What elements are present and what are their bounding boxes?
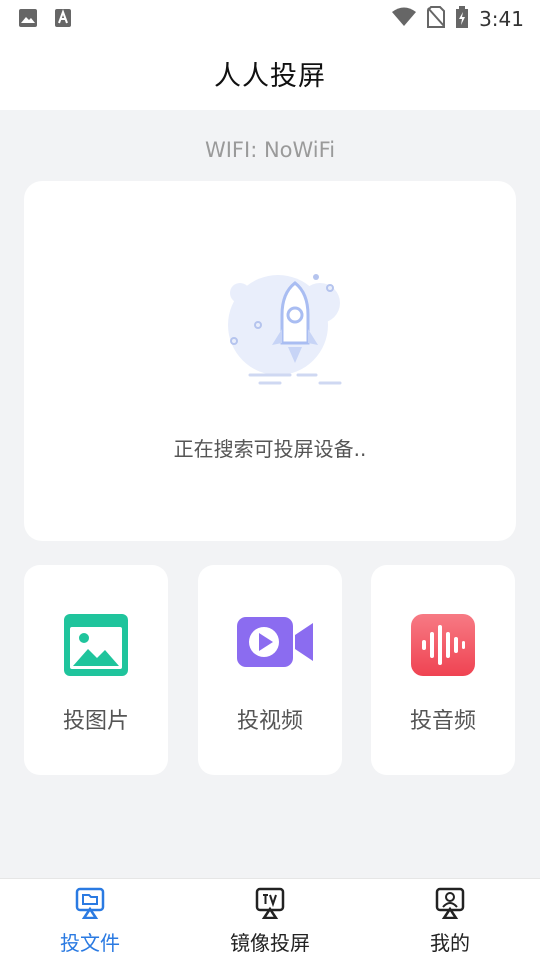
nav-label-cast-file: 投文件	[60, 931, 120, 955]
no-sim-icon	[427, 6, 446, 32]
tv-mirror-icon	[255, 887, 285, 923]
cast-video-label: 投视频	[236, 709, 303, 734]
status-time: 3:41	[479, 7, 524, 31]
battery-charging-icon	[455, 6, 469, 32]
cast-file-icon	[75, 887, 105, 923]
audio-icon	[410, 613, 476, 681]
image-icon	[18, 8, 38, 32]
nav-label-profile: 我的	[430, 931, 470, 955]
cast-video-button[interactable]: 投视频	[198, 565, 342, 775]
text-a-icon	[54, 8, 72, 32]
cast-audio-label: 投音频	[409, 709, 476, 734]
profile-icon	[435, 887, 465, 923]
video-icon	[237, 613, 313, 675]
page-title: 人人投屏	[214, 60, 326, 92]
nav-label-mirror-cast: 镜像投屏	[230, 931, 310, 955]
rocket-icon	[220, 263, 360, 397]
app-header: 人人投屏	[0, 36, 540, 110]
nav-item-profile[interactable]: 我的	[360, 879, 540, 961]
status-bar: 3:41	[0, 0, 540, 36]
nav-item-mirror-cast[interactable]: 镜像投屏	[180, 879, 360, 961]
cast-image-button[interactable]: 投图片	[24, 565, 168, 775]
wifi-icon	[391, 7, 417, 31]
device-search-card: 正在搜索可投屏设备..	[24, 181, 516, 541]
cast-image-label: 投图片	[62, 709, 129, 734]
wifi-status-label: WIFI: NoWiFi	[204, 138, 336, 162]
cast-audio-button[interactable]: 投音频	[371, 565, 515, 775]
nav-item-cast-file[interactable]: 投文件	[0, 879, 180, 961]
search-status-text: 正在搜索可投屏设备..	[173, 437, 367, 461]
bottom-nav: 投文件 镜像投屏 我的	[0, 878, 540, 961]
image-icon	[63, 613, 129, 681]
